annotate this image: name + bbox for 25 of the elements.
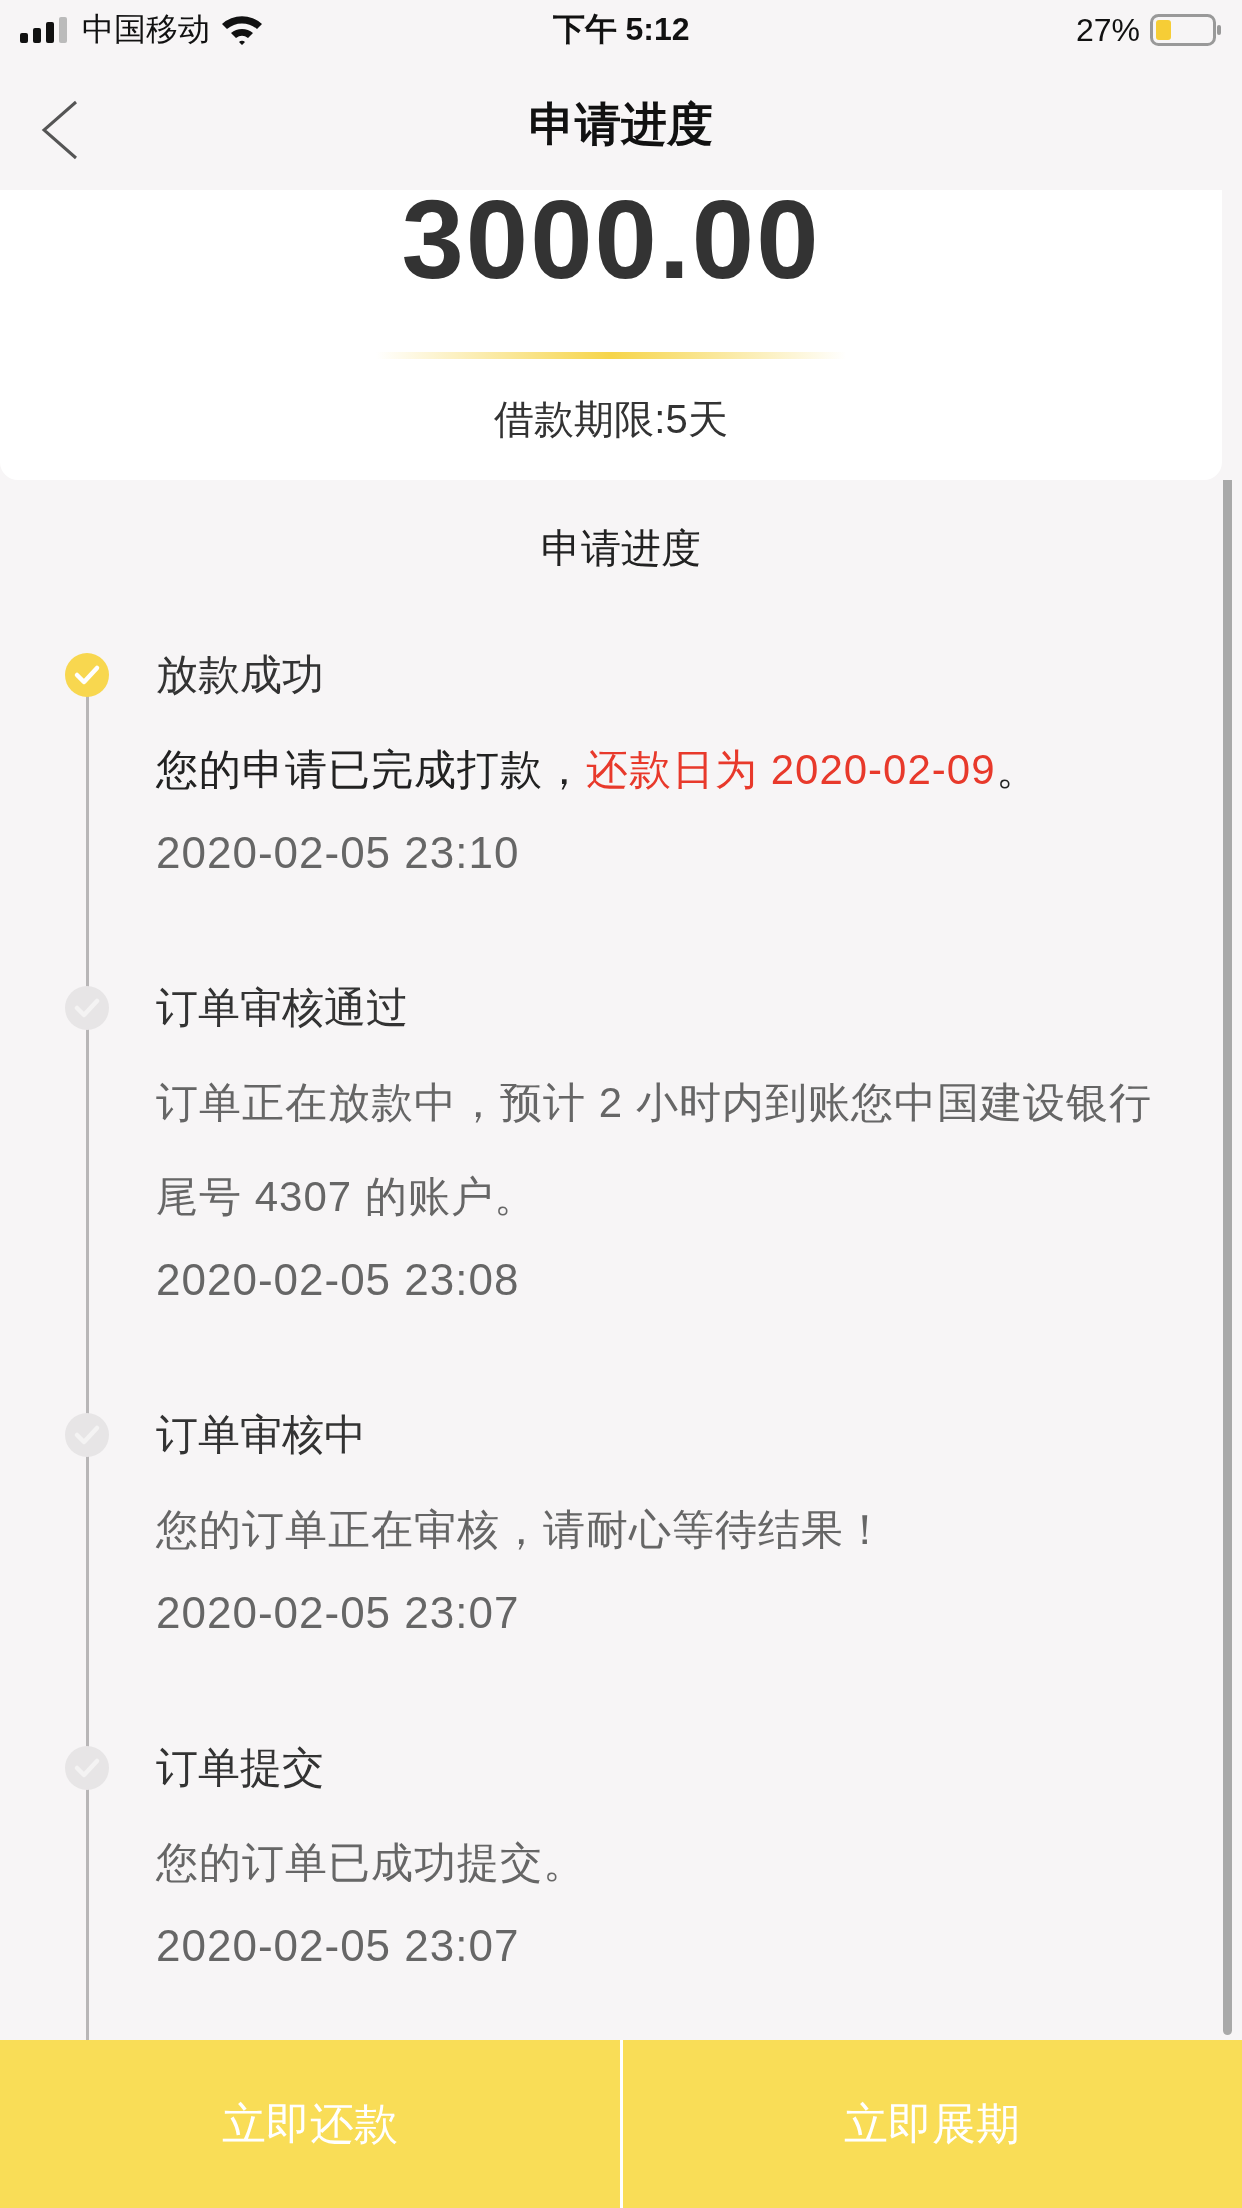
step-title: 放款成功 [156,650,324,700]
wifi-icon [220,14,264,46]
step-title: 订单审核通过 [156,983,408,1033]
carrier-name: 中国移动 [82,10,210,49]
step-description: 订单正在放款中，预计 2 小时内到账您中国建设银行尾号 4307 的账户。 [156,1078,1153,1222]
clock-time: 下午 5:12 [552,10,690,49]
step-time: 2020-02-05 23:07 [156,1587,520,1639]
step-title: 订单提交 [156,1743,324,1793]
action-button[interactable]: 立即展期 [622,2040,1242,2208]
scrollbar[interactable] [1223,480,1232,2035]
back-icon[interactable] [40,100,80,160]
step-description: 您的订单正在审核，请耐心等待结果！ [156,1505,888,1555]
section-title: 申请进度 [540,525,702,572]
loan-term: 借款期限:5天 [494,396,728,443]
step-time: 2020-02-05 23:10 [156,827,520,879]
battery-icon [1150,14,1222,46]
action-button[interactable]: 立即还款 [0,2040,620,2208]
step-time: 2020-02-05 23:08 [156,1254,520,1306]
page-title: 申请进度 [529,97,713,152]
battery-percent: 27% [1075,11,1140,49]
step-description: 您的申请已完成打款，还款日为 2020-02-09。 [156,745,1040,795]
step-time: 2020-02-05 23:07 [156,1920,520,1972]
step-title: 订单审核中 [156,1410,366,1460]
step-description: 您的订单已成功提交。 [156,1838,587,1888]
loan-amount: 3000.00 [401,190,821,290]
